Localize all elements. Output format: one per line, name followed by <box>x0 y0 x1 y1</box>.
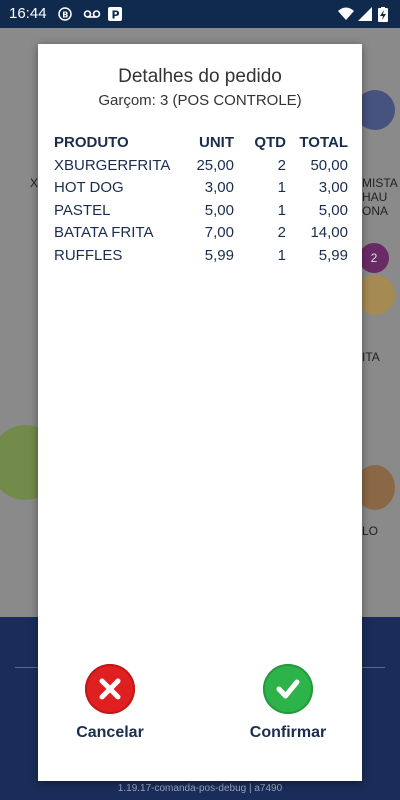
quantity: 1 <box>277 179 286 197</box>
order-details-dialog: Detalhes do pedido Garçom: 3 (POS CONTRO… <box>38 44 362 781</box>
unit-price: 5,00 <box>204 201 234 219</box>
column-header-produto: PRODUTO <box>54 133 129 151</box>
confirm-button[interactable]: Confirmar <box>228 664 348 742</box>
bg-product-label: HAU <box>362 190 388 204</box>
unit-price: 5,99 <box>204 246 234 264</box>
svg-text:P: P <box>112 9 120 22</box>
table-row: PASTEL 5,00 1 5,00 <box>54 199 348 222</box>
bg-product-label: ITA <box>362 350 380 364</box>
order-items-table: PRODUTO UNIT QTD TOTAL XBURGERFRITA 25,0… <box>54 130 348 267</box>
status-time: 16:44 <box>9 5 47 22</box>
unit-price: 3,00 <box>204 179 234 197</box>
wifi-icon <box>338 7 354 21</box>
checkmark-icon <box>263 664 313 714</box>
line-total: 50,00 <box>310 156 348 174</box>
quantity: 2 <box>277 156 286 174</box>
voicemail-icon <box>83 7 101 21</box>
quantity: 2 <box>277 224 286 242</box>
table-row: HOT DOG 3,00 1 3,00 <box>54 177 348 200</box>
confirm-label: Confirmar <box>249 724 327 741</box>
unit-price: 25,00 <box>196 156 234 174</box>
close-icon <box>85 664 135 714</box>
notification-b-icon: B <box>58 7 72 21</box>
signal-icon <box>358 7 372 21</box>
bg-count-badge: 2 <box>359 243 389 273</box>
bg-product-label: X <box>30 176 39 190</box>
column-header-qtd: QTD <box>254 133 286 151</box>
status-bar: 16:44 B P <box>0 0 400 28</box>
table-row: XBURGERFRITA 25,00 2 50,00 <box>54 154 348 177</box>
cancel-button[interactable]: Cancelar <box>50 664 170 742</box>
product-name: HOT DOG <box>54 179 124 197</box>
bg-product-label: MISTA <box>362 176 398 190</box>
line-total: 3,00 <box>318 179 348 197</box>
product-name: RUFFLES <box>54 246 123 264</box>
quantity: 1 <box>277 201 286 219</box>
bg-version-footer: 1.19.17-comanda-pos-debug | a7490 <box>117 783 283 794</box>
product-name: BATATA FRITA <box>54 224 154 242</box>
table-row: BATATA FRITA 7,00 2 14,00 <box>54 222 348 245</box>
column-header-unit: UNIT <box>199 133 234 151</box>
table-row: RUFFLES 5,99 1 5,99 <box>54 244 348 267</box>
svg-text:B: B <box>62 10 68 19</box>
battery-charging-icon <box>378 7 388 22</box>
line-total: 14,00 <box>310 224 348 242</box>
bg-product-label: LO <box>362 524 379 538</box>
product-name: XBURGERFRITA <box>54 156 171 174</box>
column-header-total: TOTAL <box>299 133 348 151</box>
dialog-subtitle: Garçom: 3 (POS CONTROLE) <box>98 92 302 109</box>
bg-product-label: ONA <box>362 204 389 218</box>
dialog-title: Detalhes do pedido <box>118 66 282 87</box>
table-header-row: PRODUTO UNIT QTD TOTAL <box>54 130 348 154</box>
product-name: PASTEL <box>54 201 111 219</box>
line-total: 5,99 <box>318 246 348 264</box>
notification-p-icon: P <box>108 7 122 22</box>
line-total: 5,00 <box>318 201 348 219</box>
quantity: 1 <box>277 246 286 264</box>
unit-price: 7,00 <box>204 224 234 242</box>
cancel-label: Cancelar <box>76 724 144 741</box>
